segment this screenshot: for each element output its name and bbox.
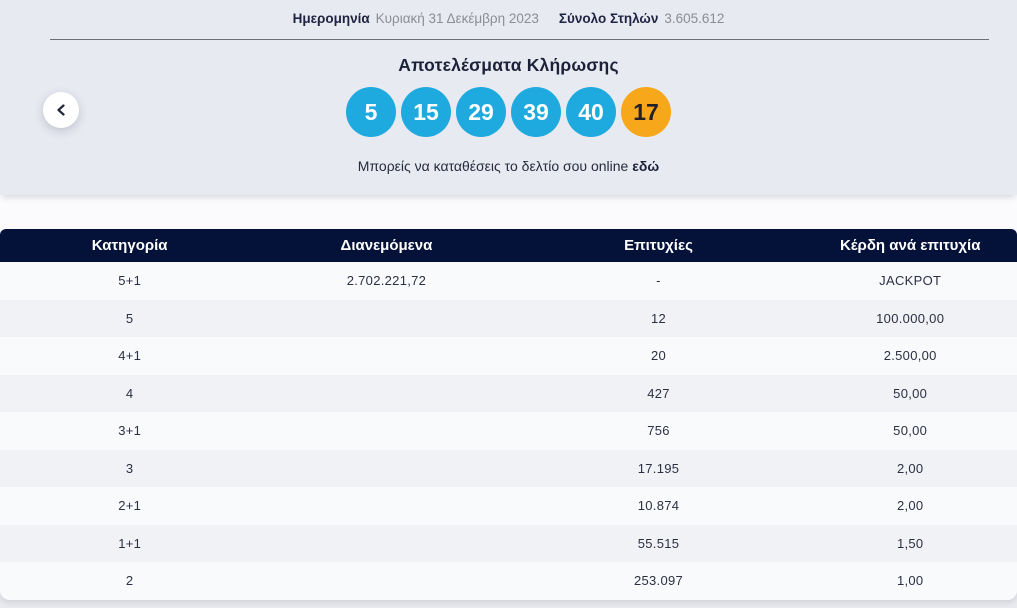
prize-categories-section: Κατηγορία Διανεμόμενα Επιτυχίες Κέρδη αν… (0, 195, 1017, 600)
table-row: 2+1 10.8742,00 (0, 487, 1017, 525)
prize-cell: 1,00 (803, 573, 1017, 588)
category-cell: 3+1 (0, 423, 259, 438)
prize-cell: 2,00 (803, 498, 1017, 513)
prize-cell: 50,00 (803, 386, 1017, 401)
date-label: Ημερομηνία (293, 11, 370, 27)
winners-cell: 17.195 (514, 461, 804, 476)
number-ball: 5 (346, 87, 396, 137)
table-row: 1+1 55.5151,50 (0, 525, 1017, 563)
category-cell: 4 (0, 386, 259, 401)
table-row: 4+1 202.500,00 (0, 337, 1017, 375)
deposit-here-link[interactable]: εδώ (632, 158, 659, 174)
deposit-text-label: Μπορείς να καταθέσεις το δελτίο σου onli… (358, 158, 629, 174)
table-row: 4 42750,00 (0, 375, 1017, 413)
header-category: Κατηγορία (0, 237, 259, 254)
header-distributed: Διανεμόμενα (259, 237, 513, 254)
table-body: 5+12.702.221,72-JACKPOT 5 12100.000,00 4+1 2… (0, 262, 1017, 600)
category-cell: 1+1 (0, 536, 259, 551)
total-columns: Σύνολο Στηλών 3.605.612 (559, 11, 725, 27)
winners-cell: 10.874 (514, 498, 804, 513)
drawn-numbers: 51529394017 (0, 87, 1017, 137)
prize-cell: 2,00 (803, 461, 1017, 476)
total-columns-value: 3.605.612 (664, 11, 724, 27)
prize-cell: 50,00 (803, 423, 1017, 438)
winners-cell: 427 (514, 386, 804, 401)
number-ball: 15 (401, 87, 451, 137)
category-cell: 5+1 (0, 273, 259, 288)
table-row: 2 253.0971,00 (0, 562, 1017, 600)
prize-cell: 2.500,00 (803, 348, 1017, 363)
winners-cell: 20 (514, 348, 804, 363)
category-cell: 2 (0, 573, 259, 588)
header-prize-per-win: Κέρδη ανά επιτυχία (803, 237, 1017, 254)
winners-cell: 12 (514, 311, 804, 326)
category-cell: 4+1 (0, 348, 259, 363)
draw-date: Ημερομηνία Κυριακή 31 Δεκέμβρη 2023 (293, 11, 539, 27)
date-value: Κυριακή 31 Δεκέμβρη 2023 (376, 11, 539, 27)
winners-cell: 756 (514, 423, 804, 438)
header-winners: Επιτυχίες (514, 237, 804, 254)
spacer (0, 195, 1017, 229)
number-ball: 29 (456, 87, 506, 137)
previous-draw-button[interactable] (43, 92, 79, 128)
prize-cell: 100.000,00 (803, 311, 1017, 326)
draw-info-bar: Ημερομηνία Κυριακή 31 Δεκέμβρη 2023 Σύνο… (0, 0, 1017, 27)
table-row: 5 12100.000,00 (0, 300, 1017, 338)
winners-cell: 55.515 (514, 536, 804, 551)
winners-cell: 253.097 (514, 573, 804, 588)
prize-cell: JACKPOT (803, 273, 1017, 288)
table-row: 3 17.1952,00 (0, 450, 1017, 488)
number-ball: 39 (511, 87, 561, 137)
chevron-left-icon (56, 104, 66, 116)
draw-results-title: Αποτελέσματα Κλήρωσης (0, 55, 1017, 76)
draw-results-panel: Ημερομηνία Κυριακή 31 Δεκέμβρη 2023 Σύνο… (0, 0, 1017, 195)
divider (50, 39, 989, 40)
deposit-text: Μπορείς να καταθέσεις το δελτίο σου onli… (0, 158, 1017, 174)
prize-cell: 1,50 (803, 536, 1017, 551)
category-cell: 5 (0, 311, 259, 326)
winners-cell: - (514, 273, 804, 288)
distributed-cell: 2.702.221,72 (259, 273, 513, 288)
table-row: 3+1 75650,00 (0, 412, 1017, 450)
number-ball: 40 (566, 87, 616, 137)
table-header-row: Κατηγορία Διανεμόμενα Επιτυχίες Κέρδη αν… (0, 229, 1017, 262)
joker-ball: 17 (621, 87, 671, 137)
results-table: Κατηγορία Διανεμόμενα Επιτυχίες Κέρδη αν… (0, 229, 1017, 600)
category-cell: 3 (0, 461, 259, 476)
draw-results-content: Αποτελέσματα Κλήρωσης 51529394017 Μπορεί… (0, 55, 1017, 174)
total-columns-label: Σύνολο Στηλών (559, 11, 658, 27)
category-cell: 2+1 (0, 498, 259, 513)
table-row: 5+12.702.221,72-JACKPOT (0, 262, 1017, 300)
